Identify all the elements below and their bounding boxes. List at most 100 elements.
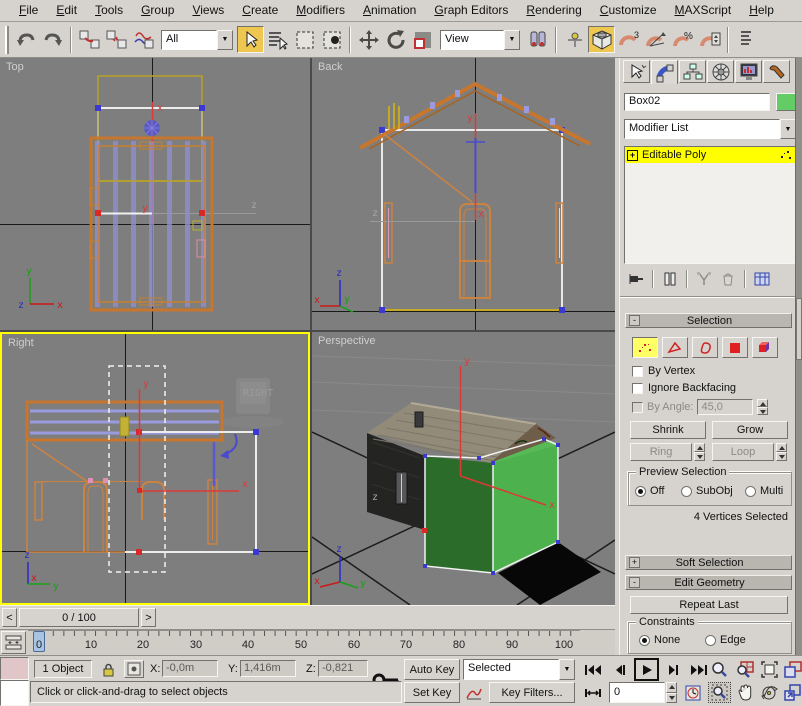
preview-subobj-radio-row[interactable]: SubObj (681, 485, 733, 497)
scrollbar-thumb[interactable] (796, 298, 802, 360)
tab-motion[interactable] (707, 60, 734, 83)
maxscript-mini-listener-pink[interactable] (0, 657, 29, 680)
element-mode-button[interactable] (752, 337, 778, 358)
menu-rendering[interactable]: Rendering (517, 0, 590, 21)
soft-selection-rollout-header[interactable]: + Soft Selection (625, 555, 792, 570)
select-and-move-icon[interactable] (355, 26, 382, 53)
select-and-link-icon[interactable] (76, 26, 103, 53)
next-frame-arrow[interactable]: > (141, 608, 156, 627)
time-slider-handle[interactable]: 0 / 100 (19, 608, 139, 627)
modifier-list-dropdown[interactable]: Modifier List ▼ (624, 119, 796, 139)
repeat-last-button[interactable]: Repeat Last (630, 596, 788, 614)
viewport-perspective[interactable]: Perspective y x z z x y (312, 332, 615, 605)
zoom-all-icon[interactable] (733, 659, 756, 680)
y-coord-field[interactable]: 1,416m (240, 660, 296, 677)
reference-coordinate-dropdown[interactable]: View ▼ (440, 29, 520, 50)
command-panel-scrollbar[interactable] (795, 58, 802, 655)
constraints-none-radio[interactable] (639, 634, 650, 646)
toolbar-grip[interactable] (5, 25, 9, 54)
chevron-down-icon[interactable]: ▼ (217, 29, 233, 50)
default-tangent-icon[interactable] (463, 682, 485, 703)
viewport-top-canvas[interactable]: x y z y z x (0, 58, 310, 330)
ignore-backfacing-checkbox[interactable] (632, 382, 643, 394)
by-angle-spinner[interactable] (757, 399, 769, 415)
key-filter-dropdown[interactable]: Selected ▼ (463, 659, 575, 680)
key-mode-toggle-icon[interactable] (581, 682, 605, 703)
polygon-mode-button[interactable] (722, 337, 748, 358)
window-crossing-icon[interactable] (318, 26, 345, 53)
object-name-field[interactable]: Box02 (624, 93, 770, 111)
menu-file[interactable]: File (10, 0, 47, 21)
select-and-rotate-icon[interactable] (382, 26, 409, 53)
menu-create[interactable]: Create (233, 0, 287, 21)
stack-expand-icon[interactable]: + (627, 149, 638, 161)
collapse-icon[interactable]: - (629, 315, 640, 326)
chevron-down-icon[interactable]: ▼ (780, 119, 796, 139)
menu-help[interactable]: Help (740, 0, 783, 21)
previous-frame-arrow[interactable]: < (2, 608, 17, 627)
key-filters-button[interactable]: Key Filters... (489, 682, 575, 703)
edit-geometry-rollout-header[interactable]: - Edit Geometry (625, 575, 792, 590)
x-coord-field[interactable]: -0,0m (162, 660, 218, 677)
object-color-swatch[interactable] (776, 93, 796, 111)
absolute-mode-toggle-icon[interactable] (124, 660, 144, 678)
menu-customize[interactable]: Customize (591, 0, 666, 21)
time-configuration-icon[interactable] (682, 682, 704, 703)
menu-graph-editors[interactable]: Graph Editors (425, 0, 517, 21)
next-frame-icon[interactable] (662, 659, 684, 680)
chevron-down-icon[interactable]: ▼ (504, 29, 520, 50)
vertex-mode-button[interactable] (632, 337, 658, 358)
unlink-selection-icon[interactable] (103, 26, 130, 53)
loop-button[interactable]: Loop (712, 443, 774, 461)
tab-create[interactable] (623, 60, 650, 83)
go-to-start-icon[interactable] (581, 659, 605, 680)
constraints-edge-radio[interactable] (705, 634, 716, 646)
make-unique-icon[interactable] (692, 269, 716, 289)
arc-rotate-icon[interactable] (758, 682, 781, 703)
expand-icon[interactable]: + (629, 557, 640, 568)
min-max-toggle-icon[interactable] (781, 682, 802, 703)
constraints-edge-radio-row[interactable]: Edge (705, 634, 746, 646)
preview-off-radio-row[interactable]: Off (635, 485, 664, 497)
loop-spinner[interactable] (776, 443, 787, 461)
menu-modifiers[interactable]: Modifiers (287, 0, 354, 21)
selection-lock-toggle-icon[interactable] (98, 660, 118, 678)
shrink-button[interactable]: Shrink (630, 421, 706, 439)
zoom-extents-all-icon[interactable] (781, 659, 802, 680)
pan-icon[interactable] (733, 682, 756, 703)
current-frame-field[interactable]: 0 (609, 682, 665, 703)
zoom-extents-icon[interactable] (758, 659, 781, 680)
viewport-perspective-canvas[interactable]: y x z z x y (312, 332, 615, 605)
frame-spinner[interactable] (666, 682, 677, 703)
angle-snap-icon[interactable]: 3 (615, 26, 642, 53)
zoom-icon[interactable] (708, 659, 731, 680)
by-angle-checkbox[interactable] (632, 401, 643, 413)
chevron-down-icon[interactable]: ▼ (559, 659, 575, 680)
menu-animation[interactable]: Animation (354, 0, 425, 21)
viewport-top[interactable]: Top x y z y z x (0, 58, 310, 330)
bind-to-spacewarp-icon[interactable] (130, 26, 157, 53)
named-selection-icon[interactable] (733, 26, 760, 53)
redo-icon[interactable] (39, 26, 66, 53)
menu-edit[interactable]: Edit (47, 0, 86, 21)
select-and-manipulate-icon[interactable] (561, 26, 588, 53)
track-bar[interactable]: 0 10 20 30 40 50 60 70 80 90 100 (0, 629, 615, 655)
border-mode-button[interactable] (692, 337, 718, 358)
preview-off-radio[interactable] (635, 485, 646, 497)
set-key-button[interactable]: Set Key (404, 682, 460, 703)
tab-modify[interactable] (651, 60, 678, 84)
modifier-stack-item-editable-poly[interactable]: + Editable Poly (625, 147, 795, 163)
z-coord-field[interactable]: -0,821 (318, 660, 368, 677)
tab-hierarchy[interactable] (679, 60, 706, 83)
previous-frame-icon[interactable] (609, 659, 631, 680)
modifier-stack-list[interactable]: + Editable Poly (624, 146, 796, 264)
undo-icon[interactable] (12, 26, 39, 53)
auto-key-button[interactable]: Auto Key (404, 659, 460, 680)
by-vertex-checkbox[interactable] (632, 365, 643, 377)
by-vertex-checkbox-row[interactable]: By Vertex (632, 365, 695, 377)
select-by-name-icon[interactable] (264, 26, 291, 53)
snaps-toggle-button[interactable] (588, 26, 615, 53)
viewport-right-canvas[interactable]: RIGHT y x z x y (2, 334, 308, 603)
menu-tools[interactable]: Tools (86, 0, 132, 21)
constraints-none-radio-row[interactable]: None (639, 634, 680, 646)
